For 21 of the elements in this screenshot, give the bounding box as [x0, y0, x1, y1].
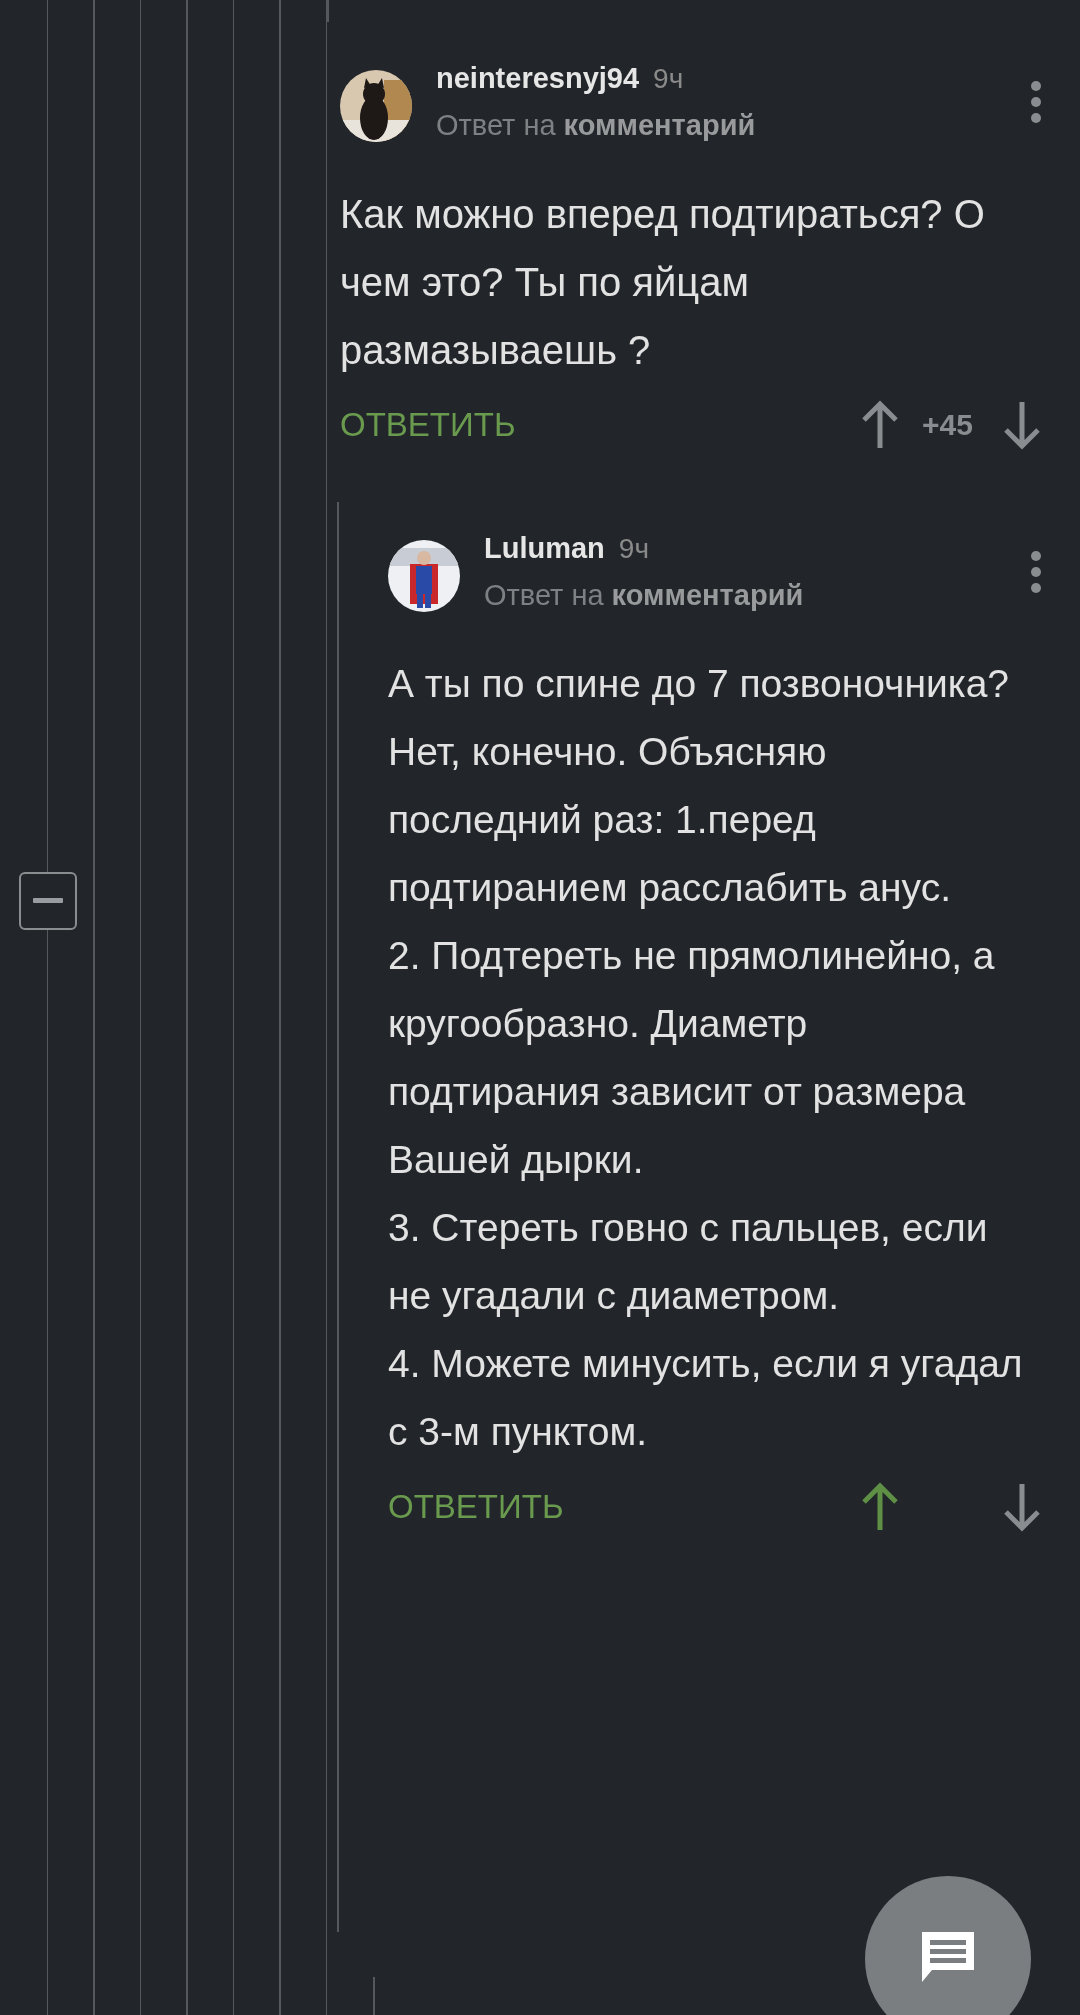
parent-comment-link[interactable]: комментарий: [611, 579, 804, 611]
reply-to-label: Ответ на: [484, 579, 604, 611]
downvote-icon[interactable]: [1002, 1482, 1042, 1532]
reply-button[interactable]: ОТВЕТИТЬ: [340, 406, 516, 444]
minus-icon: [33, 898, 63, 904]
downvote-icon[interactable]: [1002, 400, 1042, 450]
more-icon[interactable]: [1030, 550, 1042, 594]
reply-button[interactable]: ОТВЕТИТЬ: [388, 1488, 564, 1526]
upvote-icon[interactable]: [860, 400, 900, 450]
more-icon[interactable]: [1030, 80, 1042, 124]
timestamp: 9ч: [618, 533, 649, 565]
reply-to-label: Ответ на: [436, 109, 556, 141]
timestamp: 9ч: [653, 63, 684, 95]
score: +45: [922, 408, 974, 442]
collapse-button[interactable]: [19, 872, 77, 930]
comment-text: А ты по спине до 7 позвоночника? Нет, конечно. Объясняю последний раз: 1.перед подтиранием расслабить анус. 2. Подтереть не прямолинейно, а кругообразно. Диаметр подтирания зависит от размера Вашей дырки. 3. Стереть говно с пальцев, если не угадали с диаметром. 4. Можете минусить, если я угадал с 3-м пунктом.: [388, 661, 1024, 1455]
comment-text: Как можно вперед подтираться? О чем это? Ты по яйцам размазываешь ?: [340, 191, 986, 374]
username[interactable]: neinteresnyj94: [436, 62, 640, 95]
upvote-icon[interactable]: [860, 1482, 900, 1532]
username[interactable]: Luluman: [484, 532, 605, 565]
parent-comment-link[interactable]: комментарий: [563, 109, 756, 141]
